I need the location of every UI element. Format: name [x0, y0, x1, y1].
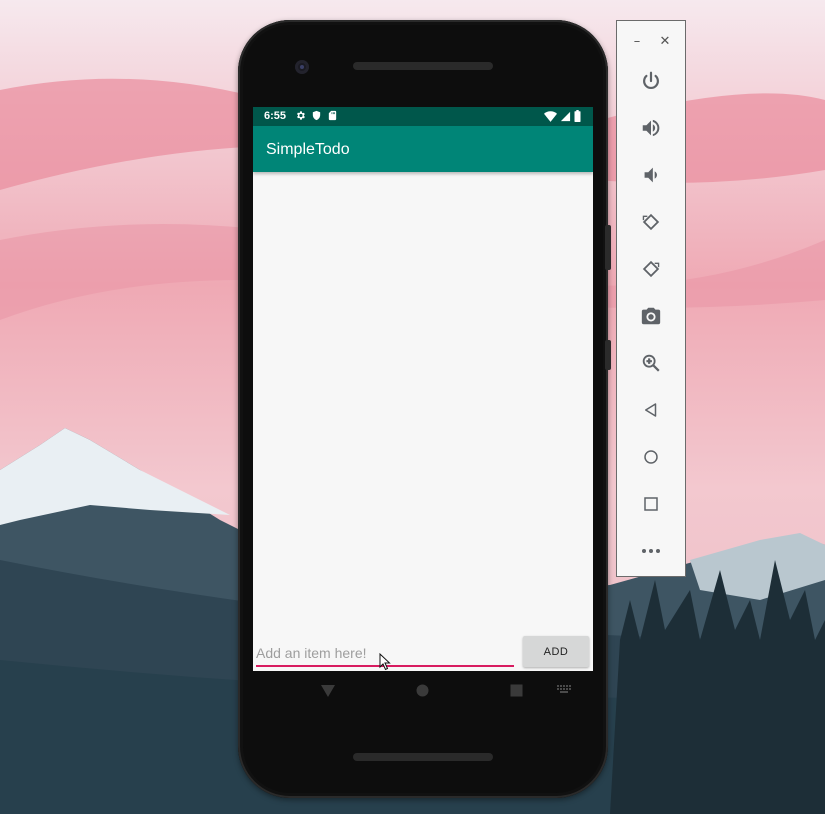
emulator-toolbar: – ✕ [616, 20, 686, 577]
power-icon[interactable] [639, 69, 663, 93]
gear-icon [295, 110, 306, 124]
phone-speaker-top [353, 62, 493, 70]
signal-icon [560, 111, 571, 125]
overview-icon[interactable] [639, 492, 663, 516]
home-icon[interactable] [639, 445, 663, 469]
rotate-right-icon[interactable] [639, 257, 663, 281]
keyboard-icon[interactable] [557, 685, 571, 694]
back-icon[interactable] [639, 398, 663, 422]
mouse-cursor-icon [379, 653, 391, 671]
phone-side-button [605, 340, 611, 370]
back-icon[interactable] [321, 685, 335, 697]
add-item-row: ADD [253, 631, 593, 671]
add-button[interactable]: ADD [523, 636, 589, 667]
close-icon[interactable]: ✕ [657, 33, 673, 49]
status-bar: 6:55 [253, 107, 593, 126]
minimize-icon[interactable]: – [629, 33, 645, 49]
recents-icon[interactable] [510, 684, 523, 697]
sd-card-icon [327, 110, 338, 124]
rotate-left-icon[interactable] [639, 210, 663, 234]
app-bar: SimpleTodo [253, 126, 593, 172]
phone-screen: 6:55 SimpleTodo Add an item here! ADD [253, 107, 593, 671]
more-icon[interactable] [639, 539, 663, 563]
zoom-icon[interactable] [639, 351, 663, 375]
camera-icon[interactable] [639, 304, 663, 328]
wifi-icon [544, 110, 557, 125]
volume-down-icon[interactable] [639, 163, 663, 187]
app-title: SimpleTodo [266, 141, 350, 158]
todo-item-list[interactable] [253, 172, 593, 627]
home-icon[interactable] [416, 684, 429, 697]
shield-icon [311, 110, 322, 124]
front-camera [295, 60, 309, 74]
battery-icon [574, 110, 581, 125]
phone-side-button [605, 225, 611, 270]
volume-up-icon[interactable] [639, 116, 663, 140]
status-time: 6:55 [264, 110, 287, 122]
android-nav-bar [253, 671, 593, 711]
phone-speaker-bottom [353, 753, 493, 761]
